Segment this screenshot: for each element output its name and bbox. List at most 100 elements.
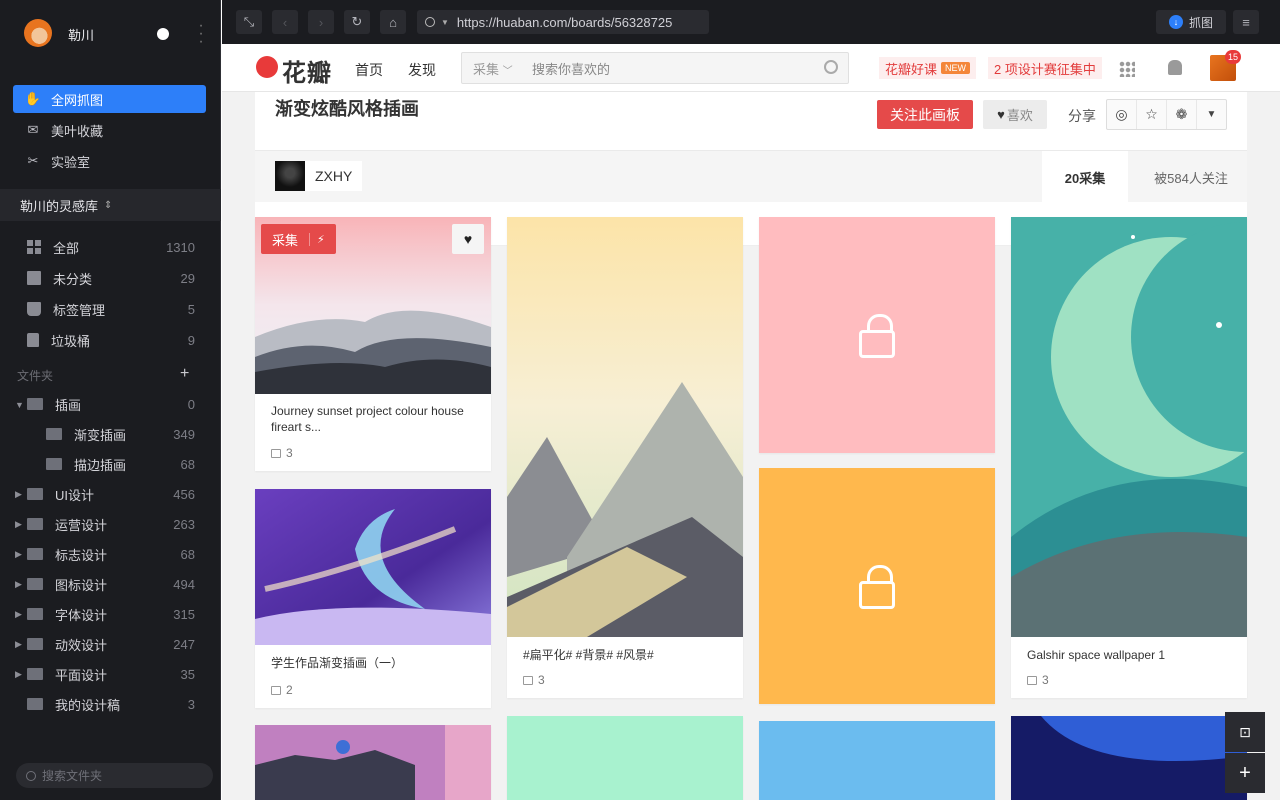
bolt-icon[interactable]: ⚡	[309, 232, 325, 246]
folder-icon	[27, 638, 43, 650]
pin-card[interactable]: #扁平化# #背景# #风景# 3	[507, 217, 743, 698]
chevron-right-icon[interactable]: ▶	[15, 579, 22, 590]
sidebar-item-tags[interactable]: 标签管理 5	[0, 294, 221, 324]
pin-card[interactable]	[255, 725, 491, 800]
pin-image-blue-abstract	[1011, 716, 1247, 800]
repin-icon	[271, 685, 281, 695]
add-pin-button[interactable]: +	[1225, 753, 1265, 793]
feedback-button[interactable]: ⊡	[1225, 712, 1265, 752]
search-category-select[interactable]: 采集 ﹀	[462, 59, 532, 78]
more-options-icon[interactable]: · · ·	[196, 18, 206, 50]
sidebar-item-trash[interactable]: 垃圾桶 9	[0, 325, 221, 355]
nav-label: 美叶收藏	[51, 123, 104, 139]
chevron-down-icon[interactable]: ▼	[1197, 100, 1226, 129]
owner-name[interactable]: ZXHY	[305, 161, 363, 191]
folder-search-input[interactable]: 搜索文件夹	[16, 763, 213, 788]
folder-label: 图标设计	[55, 577, 108, 593]
promo-courses-link[interactable]: 花瓣好课 NEW	[879, 57, 977, 79]
sidebar-item-all[interactable]: 全部 1310	[0, 232, 221, 262]
search-icon[interactable]	[824, 60, 838, 74]
wechat-icon[interactable]: ❁	[1167, 100, 1197, 129]
folder-count: 263	[173, 516, 195, 532]
folder-item-operations[interactable]: ▶ 运营设计 263	[0, 509, 221, 539]
followers-count-tab[interactable]: 被584人关注	[1135, 151, 1247, 203]
folder-item-illustration[interactable]: ▼ 插画 0	[0, 389, 221, 419]
weibo-icon[interactable]: ◎	[1107, 100, 1137, 129]
lock-icon	[859, 565, 895, 609]
chevron-right-icon[interactable]: ▶	[15, 669, 22, 680]
pin-card-locked[interactable]	[759, 468, 995, 704]
collect-button[interactable]: 采集 ⚡	[261, 224, 336, 254]
owner-avatar[interactable]	[275, 161, 305, 191]
follow-board-button[interactable]: 关注此画板	[877, 100, 973, 129]
pin-card-sky[interactable]	[759, 721, 995, 800]
chevron-right-icon[interactable]: ▶	[15, 639, 22, 650]
pin-card-dark-blue[interactable]	[1011, 716, 1247, 800]
folder-count: 247	[173, 636, 195, 652]
site-search-input[interactable]: 采集 ﹀ 搜索你喜欢的	[461, 52, 849, 84]
capture-button[interactable]: ↓ 抓图	[1156, 10, 1226, 34]
hand-icon: ✋	[24, 91, 42, 106]
lab-icon: ✂	[27, 153, 39, 168]
chevron-right-icon[interactable]: ▶	[15, 549, 22, 560]
folder-item-ui[interactable]: ▶ UI设计 456	[0, 479, 221, 509]
library-switcher[interactable]: 勒川的灵感库 ⇕	[0, 189, 221, 221]
huaban-logo-icon[interactable]	[256, 56, 278, 78]
browser-toolbar: ⤡ ‹ › ↻ ⌂ ▼ https://huaban.com/boards/56…	[222, 0, 1280, 44]
folder-icon	[27, 548, 43, 560]
forward-icon[interactable]: ›	[308, 10, 334, 34]
plus-icon: +	[1239, 761, 1251, 784]
add-folder-icon[interactable]: +	[180, 365, 189, 383]
like-board-button[interactable]: ♥ 喜欢	[983, 100, 1047, 129]
sidebar-nav-web-capture[interactable]: ✋ 全网抓图	[13, 85, 206, 113]
pins-count-tab[interactable]: 20采集	[1042, 151, 1128, 203]
item-count: 29	[180, 270, 195, 286]
folder-item-icon-design[interactable]: ▶ 图标设计 494	[0, 569, 221, 599]
folder-icon	[27, 698, 43, 710]
sidebar: 勒川 · · · ✋ 全网抓图 ✉ 美叶收藏 ✂ 实验室 勒川的灵感库 ⇕ 全部 1…	[0, 0, 221, 800]
folder-item-outline[interactable]: 描边插画 68	[0, 449, 221, 479]
folder-item-my-drafts[interactable]: 我的设计稿 3	[0, 689, 221, 719]
chevron-right-icon[interactable]: ▶	[15, 609, 22, 620]
folder-item-graphic[interactable]: ▶ 平面设计 35	[0, 659, 221, 689]
menu-icon[interactable]: ≡	[1233, 10, 1259, 34]
bookmark-icon	[27, 302, 41, 316]
site-logo[interactable]: 花瓣	[282, 53, 332, 88]
folder-icon	[46, 428, 62, 440]
user-name: 勒川	[68, 28, 95, 43]
folder-item-logo[interactable]: ▶ 标志设计 68	[0, 539, 221, 569]
folder-item-typography[interactable]: ▶ 字体设计 315	[0, 599, 221, 629]
star-icon[interactable]: ☆	[1137, 100, 1167, 129]
collapse-icon[interactable]: ⤡	[236, 10, 262, 34]
folder-item-gradient[interactable]: 渐变插画 349	[0, 419, 221, 449]
lock-icon	[859, 314, 895, 358]
bell-icon[interactable]	[1168, 60, 1182, 75]
folder-label: 描边插画	[74, 457, 127, 473]
home-icon[interactable]: ⌂	[380, 10, 406, 34]
chevron-right-icon[interactable]: ▶	[15, 519, 22, 530]
pin-card-mint[interactable]	[507, 716, 743, 800]
back-icon[interactable]: ‹	[272, 10, 298, 34]
sidebar-nav-favorites[interactable]: ✉ 美叶收藏	[13, 116, 206, 144]
user-avatar[interactable]	[24, 19, 52, 47]
pin-card[interactable]: 学生作品渐变插画（一） 2	[255, 489, 491, 708]
sidebar-item-uncategorized[interactable]: 未分类 29	[0, 263, 221, 293]
reload-icon[interactable]: ↻	[344, 10, 370, 34]
folder-item-motion[interactable]: ▶ 动效设计 247	[0, 629, 221, 659]
status-toggle[interactable]	[157, 28, 169, 40]
pin-card[interactable]: 采集 ⚡ ♥ Journey sunset project colour hou…	[255, 217, 491, 471]
repin-icon	[1027, 675, 1037, 685]
nav-home-link[interactable]: 首页	[355, 60, 383, 80]
chevron-down-icon[interactable]: ▼	[15, 400, 24, 410]
pin-card[interactable]: Galshir space wallpaper 1 3	[1011, 217, 1247, 698]
apps-grid-icon[interactable]	[1119, 61, 1135, 77]
sidebar-nav-lab[interactable]: ✂ 实验室	[13, 147, 206, 175]
promo-contest-link[interactable]: 2 项设计赛征集中	[988, 57, 1102, 79]
chevron-right-icon[interactable]: ▶	[15, 489, 22, 500]
pin-card-locked[interactable]	[759, 217, 995, 453]
pin-repin-count: 2	[271, 683, 293, 697]
url-bar[interactable]: ▼ https://huaban.com/boards/56328725	[417, 10, 709, 34]
like-pin-button[interactable]: ♥	[452, 224, 484, 254]
pin-repin-count: 3	[271, 446, 293, 460]
nav-discover-link[interactable]: 发现	[408, 60, 436, 80]
